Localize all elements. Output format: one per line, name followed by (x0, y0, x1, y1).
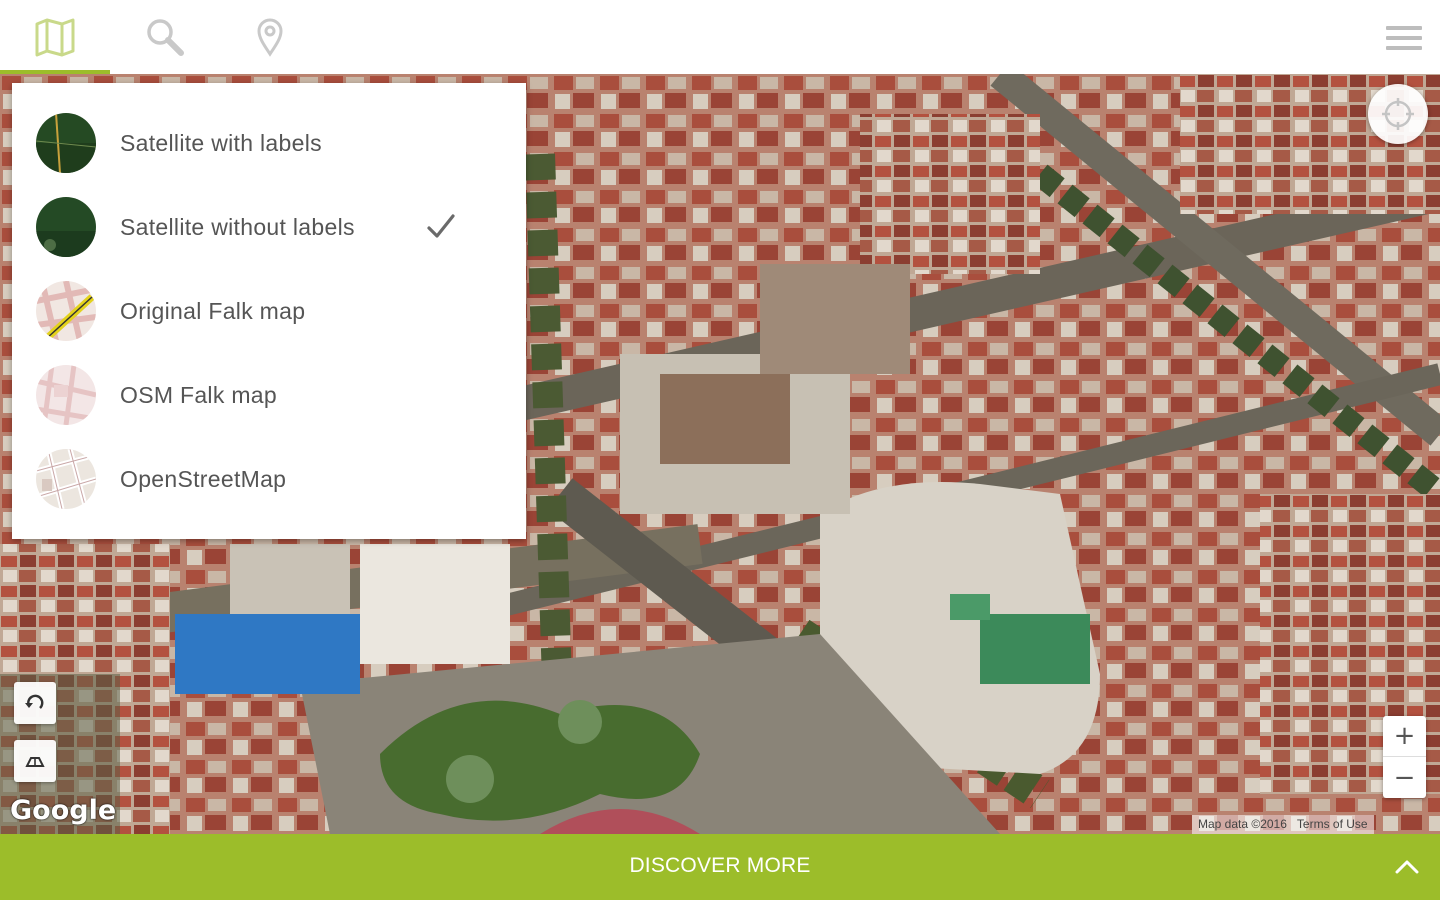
layer-label: Satellite without labels (120, 213, 355, 240)
layer-item-openstreetmap[interactable]: OpenStreetMap (12, 437, 526, 521)
tab-location[interactable] (215, 0, 325, 74)
chevron-up-icon[interactable] (1394, 856, 1420, 876)
zoom-out-button[interactable]: − (1383, 757, 1426, 798)
tilt-map-button[interactable] (14, 740, 56, 782)
layer-label: OpenStreetMap (120, 465, 287, 492)
satellite-without-labels-thumbnail (36, 197, 96, 257)
tilt-icon (25, 757, 45, 767)
tab-search[interactable] (110, 0, 220, 74)
satellite-with-labels-thumbnail (36, 113, 96, 173)
layer-item-original-falk-map[interactable]: Original Falk map (12, 269, 526, 353)
layer-item-osm-falk-map[interactable]: OSM Falk map (12, 353, 526, 437)
rotate-icon (25, 694, 44, 709)
layer-label: Satellite with labels (120, 129, 322, 156)
menu-button[interactable] (1382, 18, 1426, 58)
active-tab-indicator (0, 70, 110, 74)
tab-map[interactable] (0, 0, 110, 74)
discover-more-label: DISCOVER MORE (629, 854, 811, 877)
my-location-button[interactable] (1368, 84, 1428, 144)
location-pin-icon (257, 18, 283, 57)
map-data-text: Map data ©2016 (1198, 817, 1287, 831)
map-icon (35, 18, 75, 57)
map-attribution: Map data ©2016 Terms of Use (1192, 815, 1374, 834)
discover-more-bar[interactable]: DISCOVER MORE (0, 834, 1440, 900)
crosshair-icon (1382, 98, 1414, 130)
layer-label: OSM Falk map (120, 381, 277, 408)
map-type-menu: Satellite with labels Satellite without … (12, 83, 526, 539)
openstreetmap-thumbnail (36, 449, 96, 509)
rotate-map-button[interactable] (14, 682, 56, 724)
osm-falk-map-thumbnail (36, 365, 96, 425)
layer-label: Original Falk map (120, 297, 306, 324)
hamburger-menu-icon (1386, 26, 1422, 50)
zoom-controls: + − (1383, 716, 1426, 798)
layer-item-satellite-with-labels[interactable]: Satellite with labels (12, 101, 526, 185)
original-falk-map-thumbnail (36, 281, 96, 341)
search-icon (147, 19, 184, 56)
top-toolbar (0, 0, 1440, 74)
layer-item-satellite-without-labels[interactable]: Satellite without labels (12, 185, 526, 269)
terms-of-use-link[interactable]: Terms of Use (1297, 817, 1368, 831)
zoom-in-button[interactable]: + (1383, 716, 1426, 757)
google-logo: Google (10, 795, 117, 826)
checkmark-icon (427, 214, 455, 238)
